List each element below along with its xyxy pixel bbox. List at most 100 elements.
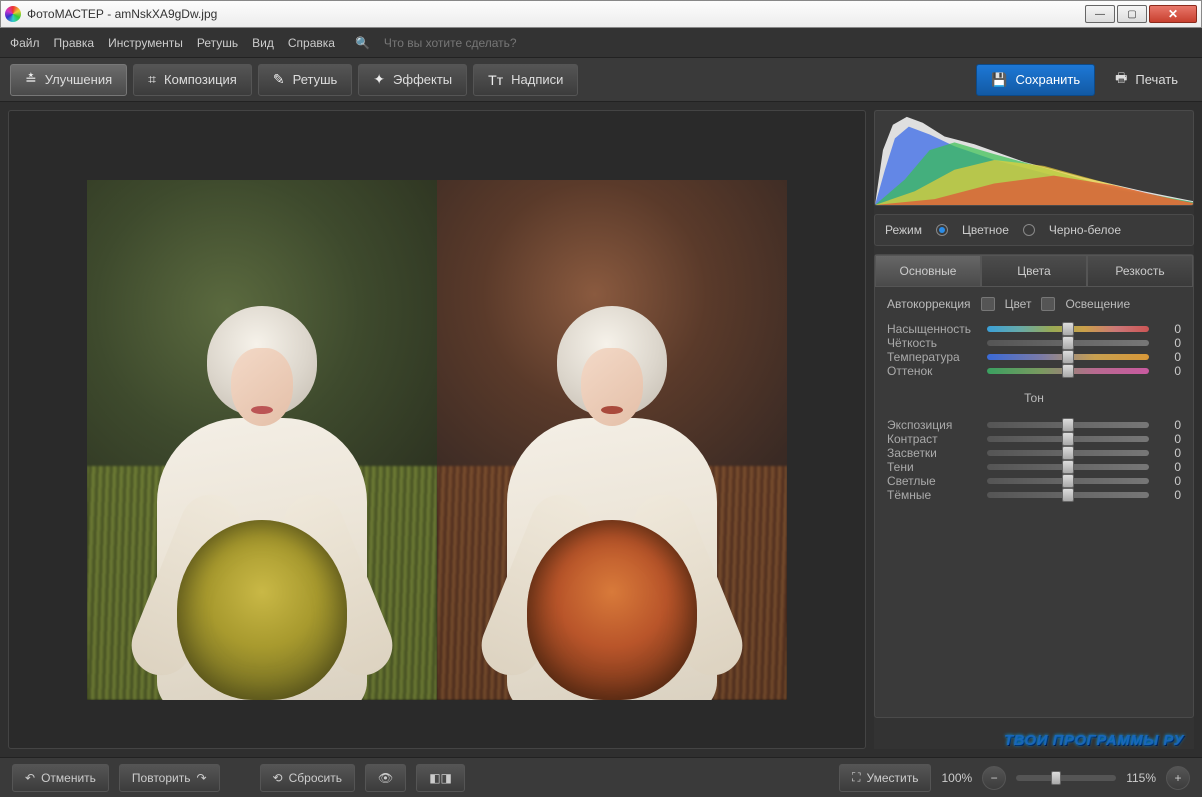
tab-composition[interactable]: ⌗ Композиция — [133, 64, 252, 96]
slider-track[interactable] — [987, 464, 1149, 470]
slider-track[interactable] — [987, 354, 1149, 360]
eye-icon: 👁 — [378, 771, 393, 785]
slider-thumb[interactable] — [1062, 350, 1074, 364]
mode-color-label[interactable]: Цветное — [962, 223, 1009, 237]
subtab-colors[interactable]: Цвета — [981, 255, 1087, 287]
slider-label: Засветки — [887, 446, 977, 460]
slider-label: Чёткость — [887, 336, 977, 350]
histogram — [874, 110, 1194, 206]
slider-value: 0 — [1159, 364, 1181, 378]
mode-label: Режим — [885, 223, 922, 237]
tab-effects[interactable]: ✦Эффекты — [358, 64, 467, 96]
menu-retouch[interactable]: Ретушь — [197, 36, 238, 50]
zoom-out-button[interactable]: − — [982, 766, 1006, 790]
slider-row-Светлые: Светлые0 — [887, 474, 1181, 488]
slider-label: Температура — [887, 350, 977, 364]
status-bar: ↶Отменить Повторить↷ ⟲Сбросить 👁 ◧◨ ⛶Уме… — [0, 757, 1202, 797]
fit-button[interactable]: ⛶Уместить — [839, 764, 931, 792]
auto-light-checkbox[interactable] — [1041, 297, 1055, 311]
wand-icon: ✦ — [373, 71, 385, 88]
menu-edit[interactable]: Правка — [54, 36, 95, 50]
print-icon: 🖶 — [1115, 69, 1127, 91]
slider-row-Температура: Температура0 — [887, 350, 1181, 364]
compare-view — [87, 180, 787, 700]
slider-thumb[interactable] — [1062, 418, 1074, 432]
reset-icon: ⟲ — [273, 771, 283, 785]
slider-thumb[interactable] — [1062, 432, 1074, 446]
mode-bw-radio[interactable] — [1023, 224, 1035, 236]
slider-track[interactable] — [987, 450, 1149, 456]
tab-retouch[interactable]: ✎Ретушь — [258, 64, 352, 96]
right-panel: Режим Цветное Черно-белое Основные Цвета… — [874, 110, 1194, 749]
app-title: ФотоМАСТЕР - amNskXA9gDw.jpg — [27, 7, 217, 21]
slider-label: Тёмные — [887, 488, 977, 502]
tab-text[interactable]: TᴛНадписи — [473, 64, 578, 96]
mode-color-radio[interactable] — [936, 224, 948, 236]
sliders-icon: ≛ — [25, 71, 37, 88]
slider-thumb[interactable] — [1062, 460, 1074, 474]
compare-toggle[interactable]: ◧◨ — [416, 764, 465, 792]
slider-track[interactable] — [987, 478, 1149, 484]
window-maximize-button[interactable]: ▢ — [1117, 5, 1147, 23]
tab-enhance[interactable]: ≛ Улучшения — [10, 64, 127, 96]
slider-thumb[interactable] — [1062, 474, 1074, 488]
app-icon — [5, 6, 21, 22]
slider-value: 0 — [1159, 432, 1181, 446]
slider-track[interactable] — [987, 368, 1149, 374]
save-icon: 💾 — [991, 72, 1007, 88]
redo-button[interactable]: Повторить↷ — [119, 764, 220, 792]
mode-row: Режим Цветное Черно-белое — [874, 214, 1194, 246]
undo-button[interactable]: ↶Отменить — [12, 764, 109, 792]
slider-value: 0 — [1159, 322, 1181, 336]
auto-color-checkbox[interactable] — [981, 297, 995, 311]
reset-button[interactable]: ⟲Сбросить — [260, 764, 355, 792]
sliders-area: Автокоррекция Цвет Освещение Насыщенност… — [875, 287, 1193, 512]
tab-label: Улучшения — [45, 72, 112, 87]
slider-thumb[interactable] — [1062, 446, 1074, 460]
subtab-sharpness[interactable]: Резкость — [1087, 255, 1193, 287]
subtab-basic[interactable]: Основные — [875, 255, 981, 287]
slider-value: 0 — [1159, 336, 1181, 350]
window-close-button[interactable]: ✕ — [1149, 5, 1197, 23]
undo-icon: ↶ — [25, 771, 35, 785]
tab-label: Надписи — [511, 72, 563, 87]
zoom-in-button[interactable]: + — [1166, 766, 1190, 790]
subtabs: Основные Цвета Резкость — [875, 255, 1193, 287]
zoom-percent: 115% — [1126, 771, 1156, 785]
slider-track[interactable] — [987, 340, 1149, 346]
slider-track[interactable] — [987, 326, 1149, 332]
slider-thumb[interactable] — [1062, 488, 1074, 502]
slider-label: Тени — [887, 460, 977, 474]
canvas-area[interactable] — [8, 110, 866, 749]
slider-thumb[interactable] — [1062, 364, 1074, 378]
compare-icon: ◧◨ — [429, 771, 452, 785]
window-minimize-button[interactable]: — — [1085, 5, 1115, 23]
tab-label: Композиция — [164, 72, 237, 87]
preview-toggle[interactable]: 👁 — [365, 764, 406, 792]
slider-row-Насыщенность: Насыщенность0 — [887, 322, 1181, 336]
print-label: Печать — [1135, 72, 1178, 87]
autocorrect-label: Автокоррекция — [887, 297, 971, 311]
slider-track[interactable] — [987, 492, 1149, 498]
save-button[interactable]: 💾 Сохранить — [976, 64, 1095, 96]
menu-help[interactable]: Справка — [288, 36, 335, 50]
slider-row-Экспозиция: Экспозиция0 — [887, 418, 1181, 432]
menu-file[interactable]: Файл — [10, 36, 40, 50]
slider-thumb[interactable] — [1062, 322, 1074, 336]
slider-row-Тёмные: Тёмные0 — [887, 488, 1181, 502]
crop-icon: ⌗ — [148, 71, 156, 88]
mode-bw-label[interactable]: Черно-белое — [1049, 223, 1121, 237]
print-button[interactable]: 🖶 Печать — [1101, 64, 1192, 96]
auto-color-label[interactable]: Цвет — [1005, 297, 1032, 311]
slider-thumb[interactable] — [1062, 336, 1074, 350]
save-label: Сохранить — [1016, 72, 1081, 87]
menu-view[interactable]: Вид — [252, 36, 274, 50]
auto-light-label[interactable]: Освещение — [1065, 297, 1130, 311]
menu-bar: Файл Правка Инструменты Ретушь Вид Справ… — [0, 28, 1202, 58]
search-hint[interactable]: Что вы хотите сделать? — [384, 36, 517, 50]
slider-track[interactable] — [987, 436, 1149, 442]
slider-track[interactable] — [987, 422, 1149, 428]
slider-row-Контраст: Контраст0 — [887, 432, 1181, 446]
zoom-slider[interactable] — [1016, 775, 1116, 781]
menu-tools[interactable]: Инструменты — [108, 36, 183, 50]
